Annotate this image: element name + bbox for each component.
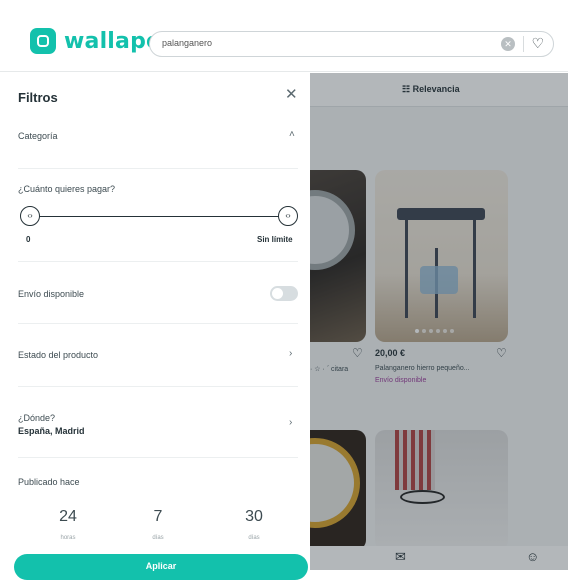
published-7d-option[interactable]: 7 bbox=[128, 508, 188, 526]
panel-title: Filtros bbox=[18, 90, 58, 105]
price-slider-track[interactable] bbox=[28, 216, 288, 217]
price-max-handle[interactable]: ‹› bbox=[278, 206, 298, 226]
heart-icon[interactable]: ♡ bbox=[531, 35, 544, 52]
search-input[interactable]: palanganero bbox=[162, 38, 212, 48]
shipping-toggle[interactable] bbox=[270, 286, 298, 301]
category-filter[interactable]: Categoría bbox=[18, 131, 58, 141]
apply-button[interactable]: Aplicar bbox=[14, 554, 308, 580]
chevron-right-icon[interactable]: › bbox=[289, 348, 292, 359]
location-question: ¿Dónde? bbox=[18, 413, 56, 423]
divider bbox=[18, 323, 298, 324]
published-24h-option[interactable]: 24 bbox=[38, 508, 98, 526]
condition-filter[interactable]: Estado del producto bbox=[18, 350, 98, 360]
search-bar[interactable]: palanganero ✕ ♡ bbox=[149, 31, 554, 57]
divider bbox=[18, 386, 298, 387]
divider bbox=[18, 457, 298, 458]
location-value[interactable]: España, Madrid bbox=[18, 426, 85, 436]
divider bbox=[18, 261, 298, 262]
close-icon[interactable]: ✕ bbox=[285, 85, 298, 103]
shipping-filter-label: Envío disponible bbox=[18, 289, 85, 299]
price-max-value: Sin límite bbox=[257, 235, 293, 244]
chevron-up-icon[interactable]: ˄ bbox=[289, 129, 295, 140]
chevron-right-icon[interactable]: › bbox=[289, 417, 292, 428]
top-header: wallapop palanganero ✕ ♡ bbox=[0, 0, 568, 72]
published-unit: días bbox=[248, 535, 260, 541]
divider bbox=[18, 168, 298, 169]
published-30d-option[interactable]: 30 bbox=[224, 508, 284, 526]
search-divider bbox=[523, 36, 524, 52]
filter-panel: Filtros ✕ Categoría ˄ ¿Cuánto quieres pa… bbox=[0, 73, 310, 580]
clear-icon[interactable]: ✕ bbox=[501, 37, 515, 51]
published-unit: días bbox=[152, 535, 164, 541]
price-min-handle[interactable]: ‹› bbox=[20, 206, 40, 226]
published-label: Publicado hace bbox=[18, 477, 80, 487]
price-question: ¿Cuánto quieres pagar? bbox=[18, 184, 116, 194]
price-min-value: 0 bbox=[26, 235, 31, 244]
logo-icon bbox=[30, 28, 56, 54]
published-unit: horas bbox=[60, 535, 76, 541]
